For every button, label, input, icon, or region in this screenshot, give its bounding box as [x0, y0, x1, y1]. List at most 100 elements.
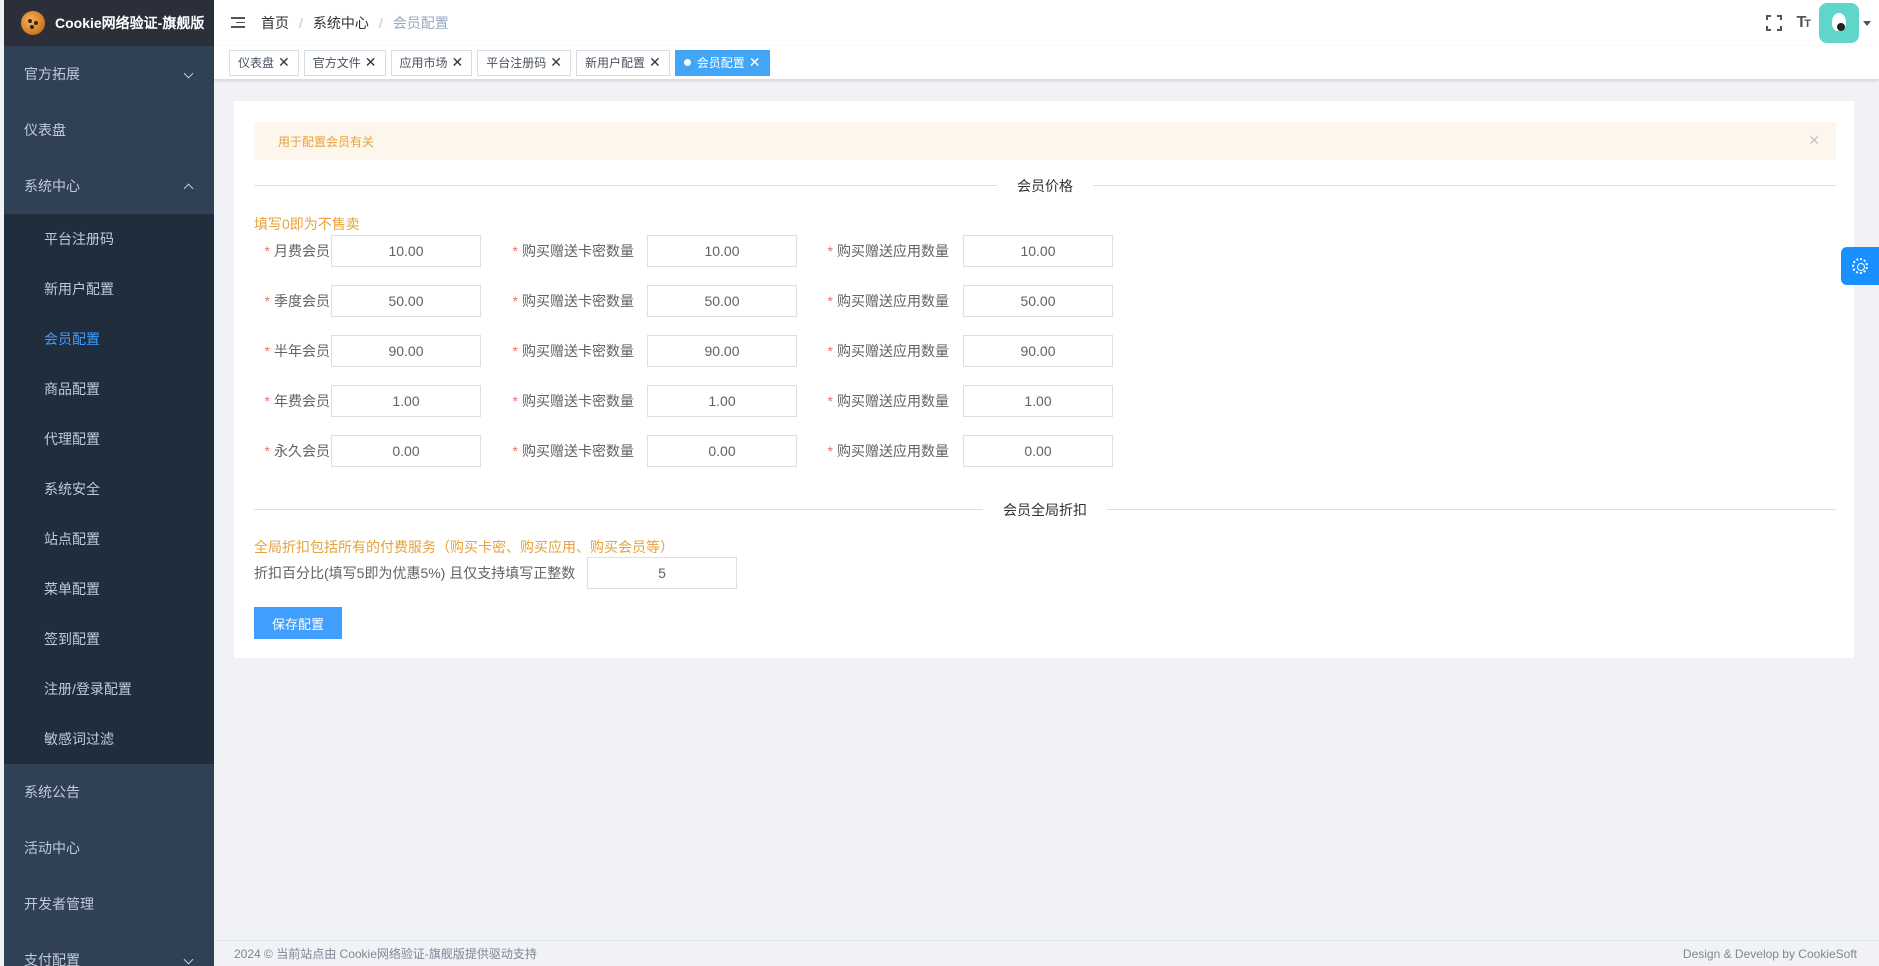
price-row-permanent: *永久会员 *购买赠送卡密数量 *购买赠送应用数量: [254, 435, 1154, 467]
sidebar-item-sensitive-word-filter[interactable]: 敏感词过滤: [4, 714, 214, 764]
tab-new-user-config[interactable]: 新用户配置 ✕: [576, 49, 670, 76]
chevron-up-icon: [183, 183, 194, 194]
close-icon[interactable]: ✕: [452, 54, 464, 71]
yearly-app-count-input[interactable]: [963, 385, 1113, 417]
menu-item-system-center[interactable]: 系统中心: [4, 158, 214, 214]
app-count-label: * 购买赠送应用数量: [827, 243, 949, 259]
system-center-submenu: 平台注册码 新用户配置 会员配置 商品配置 代理配置 系统安全 站点配置 菜单配…: [4, 214, 214, 764]
close-icon[interactable]: ✕: [550, 54, 562, 71]
app-title: Cookie网络验证-旗舰版: [55, 15, 205, 31]
avatar[interactable]: [1819, 3, 1859, 43]
breadcrumb-system-center[interactable]: 系统中心: [313, 13, 369, 33]
tab-label: 新用户配置: [585, 56, 646, 70]
fullscreen-icon[interactable]: [1766, 15, 1783, 31]
price-row-half-year: *半年会员 *购买赠送卡密数量 *购买赠送应用数量: [254, 335, 1154, 367]
save-config-button[interactable]: 保存配置: [254, 607, 342, 639]
font-size-icon[interactable]: TT: [1796, 14, 1810, 32]
discount-label: 折扣百分比(填写5即为优惠5%) 且仅支持填写正整数: [254, 565, 576, 581]
menu-item-label: 官方拓展: [24, 66, 80, 82]
menu-item-payment-config[interactable]: 支付配置: [4, 932, 214, 966]
half-year-app-count-input[interactable]: [963, 335, 1113, 367]
permanent-price-input[interactable]: [331, 435, 481, 467]
divider-global-discount: 会员全局折扣: [254, 500, 1836, 520]
sidebar-item-product-config[interactable]: 商品配置: [4, 364, 214, 414]
menu-item-label: 系统中心: [24, 178, 80, 194]
price-row-quarterly: *季度会员 *购买赠送卡密数量 *购买赠送应用数量: [254, 285, 1154, 317]
sidebar-item-site-config[interactable]: 站点配置: [4, 514, 214, 564]
yearly-card-count-input[interactable]: [647, 385, 797, 417]
monthly-price-input[interactable]: [331, 235, 481, 267]
quarterly-app-count-input[interactable]: [963, 285, 1113, 317]
divider-member-price: 会员价格: [254, 176, 1836, 196]
member-config-card: 用于配置会员有关 ✕ 会员价格 填写0即为不售卖 *月费会员 *购买赠送卡密数量…: [234, 101, 1854, 658]
tab-app-market[interactable]: 应用市场 ✕: [390, 49, 473, 76]
cookie-logo-icon: [21, 11, 45, 35]
permanent-app-count-input[interactable]: [963, 435, 1113, 467]
monthly-card-count-input[interactable]: [647, 235, 797, 267]
menu-item-official-extensions[interactable]: 官方拓展: [4, 46, 214, 102]
breadcrumb-separator: /: [378, 15, 383, 31]
menu-item-label: 开发者管理: [24, 896, 94, 912]
caret-down-icon[interactable]: [1863, 20, 1871, 26]
permanent-card-count-input[interactable]: [647, 435, 797, 467]
app-count-label: * 购买赠送应用数量: [827, 393, 949, 409]
close-icon[interactable]: ✕: [649, 54, 661, 71]
half-year-price-input[interactable]: [331, 335, 481, 367]
sidebar-item-menu-config[interactable]: 菜单配置: [4, 564, 214, 614]
tab-dashboard[interactable]: 仪表盘 ✕: [229, 49, 299, 76]
tab-label: 仪表盘: [238, 56, 275, 70]
app-count-label: * 购买赠送应用数量: [827, 293, 949, 309]
tab-member-config[interactable]: 会员配置 ✕: [674, 49, 770, 76]
chevron-down-icon: [183, 68, 194, 79]
sidebar-item-new-user-config[interactable]: 新用户配置: [4, 264, 214, 314]
tags-view: 仪表盘 ✕ 官方文件 ✕ 应用市场 ✕ 平台注册码 ✕ 新用户配置 ✕ 会员配置 ✕: [214, 46, 1879, 80]
row-label: * 年费会员: [264, 393, 330, 409]
sidebar-item-member-config[interactable]: 会员配置: [4, 314, 214, 364]
tab-label: 官方文件: [312, 56, 361, 70]
quarterly-price-input[interactable]: [331, 285, 481, 317]
section-title-global-discount: 会员全局折扣: [983, 500, 1107, 520]
tab-label: 平台注册码: [486, 56, 547, 70]
close-icon[interactable]: ✕: [1808, 132, 1820, 149]
sidebar-item-agent-config[interactable]: 代理配置: [4, 414, 214, 464]
info-alert: 用于配置会员有关 ✕: [254, 122, 1836, 160]
tab-platform-reg-code[interactable]: 平台注册码 ✕: [477, 49, 571, 76]
close-icon[interactable]: ✕: [749, 54, 761, 71]
menu-item-label: 仪表盘: [24, 122, 66, 138]
sidebar: Cookie网络验证-旗舰版 官方拓展 仪表盘 系统中心 平台注册码 新用户配置…: [4, 0, 214, 966]
sidebar-item-platform-reg-code[interactable]: 平台注册码: [4, 214, 214, 264]
alert-text: 用于配置会员有关: [278, 134, 375, 149]
close-icon[interactable]: ✕: [365, 54, 377, 71]
quarterly-card-count-input[interactable]: [647, 285, 797, 317]
settings-drawer-toggle[interactable]: [1841, 247, 1879, 285]
hamburger-icon[interactable]: [231, 17, 245, 29]
breadcrumb-home[interactable]: 首页: [261, 13, 289, 33]
half-year-card-count-input[interactable]: [647, 335, 797, 367]
menu-item-system-notice[interactable]: 系统公告: [4, 764, 214, 820]
card-count-label: * 购买赠送卡密数量: [512, 343, 634, 359]
close-icon[interactable]: ✕: [278, 54, 290, 71]
active-dot-icon: [683, 59, 691, 66]
card-count-label: * 购买赠送卡密数量: [512, 393, 634, 409]
price-row-monthly: *月费会员 *购买赠送卡密数量 *购买赠送应用数量: [254, 235, 1154, 267]
menu-item-label: 系统公告: [24, 784, 80, 800]
navbar-right: TT: [1766, 0, 1879, 46]
discount-percent-input[interactable]: [587, 557, 737, 589]
row-label: * 半年会员: [264, 343, 330, 359]
monthly-app-count-input[interactable]: [963, 235, 1113, 267]
breadcrumb-current: 会员配置: [392, 15, 449, 31]
menu-item-label: 活动中心: [24, 840, 80, 856]
yearly-price-input[interactable]: [331, 385, 481, 417]
sidebar-item-register-login-config[interactable]: 注册/登录配置: [4, 664, 214, 714]
menu-item-dashboard[interactable]: 仪表盘: [4, 102, 214, 158]
price-row-yearly: *年费会员 *购买赠送卡密数量 *购买赠送应用数量: [254, 385, 1154, 417]
logo[interactable]: Cookie网络验证-旗舰版: [4, 0, 214, 46]
sidebar-item-system-security[interactable]: 系统安全: [4, 464, 214, 514]
tab-official-files[interactable]: 官方文件 ✕: [303, 49, 386, 76]
menu-item-developer-management[interactable]: 开发者管理: [4, 876, 214, 932]
sidebar-item-checkin-config[interactable]: 签到配置: [4, 614, 214, 664]
discount-hint: 全局折扣包括所有的付费服务（购买卡密、购买应用、购买会员等）: [254, 539, 674, 555]
card-count-label: * 购买赠送卡密数量: [512, 243, 634, 259]
row-label: * 永久会员: [264, 443, 330, 459]
menu-item-activity-center[interactable]: 活动中心: [4, 820, 214, 876]
